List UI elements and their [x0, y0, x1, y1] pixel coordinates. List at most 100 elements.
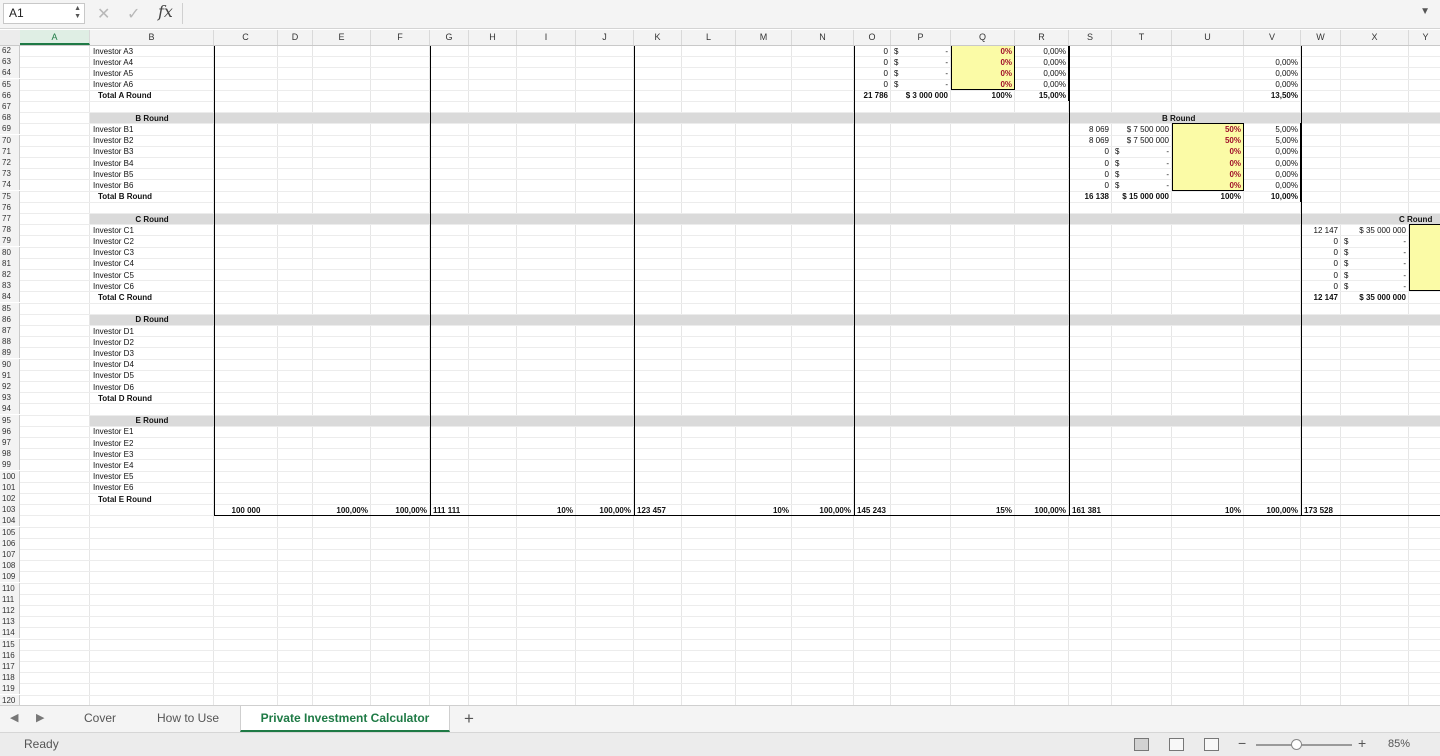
cell-b101[interactable]: Investor E6: [93, 482, 211, 493]
cell-k103[interactable]: 123 457: [637, 505, 717, 516]
cell-n103[interactable]: 145 243: [857, 505, 917, 516]
row-header-70[interactable]: 70: [0, 134, 20, 146]
cell-u73[interactable]: 0%: [1175, 169, 1241, 180]
row-header-68[interactable]: 68: [0, 112, 20, 124]
cell-r66[interactable]: 15,00%: [1018, 90, 1066, 101]
cell-v70[interactable]: 5,00%: [1247, 135, 1298, 146]
cancel-icon[interactable]: ✕: [97, 4, 110, 24]
cell-b66[interactable]: Total A Round: [98, 90, 216, 101]
cell-b69[interactable]: Investor B1: [93, 124, 211, 135]
row-header-78[interactable]: 78: [0, 224, 20, 236]
column-header-n[interactable]: N: [792, 30, 854, 45]
row-header-110[interactable]: 110: [0, 582, 20, 594]
column-header-u[interactable]: U: [1172, 30, 1244, 45]
cell-v63[interactable]: 0,00%: [1247, 57, 1298, 68]
row-header-109[interactable]: 109: [0, 571, 20, 583]
cell-b87[interactable]: Investor D1: [93, 326, 211, 337]
page-layout-view-icon[interactable]: [1169, 738, 1184, 751]
row-header-90[interactable]: 90: [0, 358, 20, 370]
column-header-h[interactable]: H: [469, 30, 517, 45]
row-header-118[interactable]: 118: [0, 672, 20, 684]
row-header-85[interactable]: 85: [0, 302, 20, 314]
zoom-level[interactable]: 85%: [1388, 738, 1410, 750]
cell-v64[interactable]: 0,00%: [1247, 68, 1298, 79]
row-header-111[interactable]: 111: [0, 593, 20, 605]
row-header-101[interactable]: 101: [0, 481, 20, 493]
row-header-103[interactable]: 103: [0, 504, 20, 516]
cell-b88[interactable]: Investor D2: [93, 337, 211, 348]
cell-b93[interactable]: Total D Round: [98, 393, 216, 404]
cell-t71[interactable]: -: [1115, 146, 1169, 157]
input-cells-block[interactable]: [1409, 224, 1440, 292]
column-header-v[interactable]: V: [1244, 30, 1301, 45]
cell-u75[interactable]: 100%: [1175, 191, 1241, 202]
row-header-92[interactable]: 92: [0, 381, 20, 392]
cell-r63[interactable]: 0,00%: [1018, 57, 1066, 68]
cell-v75[interactable]: 10,00%: [1247, 191, 1298, 202]
row-header-93[interactable]: 93: [0, 392, 20, 404]
row-header-72[interactable]: 72: [0, 157, 20, 168]
cell-o62[interactable]: 0: [857, 46, 888, 57]
cell-q62[interactable]: 0%: [954, 46, 1012, 57]
row-header-115[interactable]: 115: [0, 638, 20, 650]
cell-v65[interactable]: 0,00%: [1247, 79, 1298, 90]
cell-o65[interactable]: 0: [857, 79, 888, 90]
spreadsheet-grid[interactable]: 62 63 64 65 66 67 68 69 70 71 72 73 74 75 76 77 78 79 80 81…: [0, 46, 1440, 705]
name-box[interactable]: A1 ▲ ▼: [3, 3, 85, 24]
cell-b81[interactable]: Investor C4: [93, 258, 211, 269]
row-header-77[interactable]: 77: [0, 213, 20, 224]
column-header-b[interactable]: B: [90, 30, 214, 45]
cell-u74[interactable]: 0%: [1175, 180, 1241, 191]
column-header-e[interactable]: E: [313, 30, 371, 45]
row-header-86[interactable]: 86: [0, 313, 20, 325]
cell-b96[interactable]: Investor E1: [93, 426, 211, 437]
cell-x81[interactable]: -: [1344, 258, 1406, 269]
column-header-d[interactable]: D: [278, 30, 313, 45]
cell-s74[interactable]: 0: [1072, 180, 1109, 191]
cell-b91[interactable]: Investor D5: [93, 370, 211, 381]
cell-b83[interactable]: Investor C6: [93, 281, 211, 292]
cell-b78[interactable]: Investor C1: [93, 225, 211, 236]
cell-v73[interactable]: 0,00%: [1247, 169, 1298, 180]
row-header-79[interactable]: 79: [0, 235, 20, 247]
cell-x77[interactable]: C Round: [1399, 214, 1440, 225]
cell-b97[interactable]: Investor E2: [93, 438, 211, 449]
cell-p63[interactable]: -: [894, 57, 948, 68]
cell-grid[interactable]: 62 63 64 65 66 67 68 69 70 71 72 73 74 75 76 77 78 79 80 81…: [0, 46, 1440, 705]
cell-b79[interactable]: Investor C2: [93, 236, 211, 247]
cell-v72[interactable]: 0,00%: [1247, 158, 1298, 169]
column-header-r[interactable]: R: [1015, 30, 1069, 45]
cell-b89[interactable]: Investor D3: [93, 348, 211, 359]
cell-t69[interactable]: $ 7 500 000: [1115, 124, 1169, 135]
row-header-96[interactable]: 96: [0, 425, 20, 437]
row-header-76[interactable]: 76: [0, 201, 20, 213]
cell-q64[interactable]: 0%: [954, 68, 1012, 79]
cell-u70[interactable]: 50%: [1175, 135, 1241, 146]
cell-s73[interactable]: 0: [1072, 169, 1109, 180]
cell-w78[interactable]: 12 147: [1304, 225, 1338, 236]
cell-b100[interactable]: Investor E5: [93, 471, 211, 482]
zoom-slider[interactable]: [1256, 744, 1352, 746]
cell-b72[interactable]: Investor B4: [93, 158, 211, 169]
cell-p66[interactable]: $ 3 000 000: [894, 90, 948, 101]
row-header-88[interactable]: 88: [0, 336, 20, 348]
zoom-slider-thumb[interactable]: [1291, 739, 1303, 750]
sheet-tab-private-investment-calculator[interactable]: Private Investment Calculator: [240, 706, 450, 732]
column-header-l[interactable]: L: [682, 30, 736, 45]
cell-i103[interactable]: 10%: [520, 505, 573, 516]
row-header-80[interactable]: 80: [0, 246, 20, 258]
cell-u72[interactable]: 0%: [1175, 158, 1241, 169]
cell-w80[interactable]: 0: [1304, 247, 1338, 258]
row-header-83[interactable]: 83: [0, 280, 20, 292]
cell-r64[interactable]: 0,00%: [1018, 68, 1066, 79]
row-header-99[interactable]: 99: [0, 459, 20, 471]
cell-e103[interactable]: 100,00%: [316, 505, 368, 516]
cell-w83[interactable]: 0: [1304, 281, 1338, 292]
row-header-65[interactable]: 65: [0, 78, 20, 90]
row-header-66[interactable]: 66: [0, 89, 20, 101]
column-header-f[interactable]: F: [371, 30, 430, 45]
cell-b70[interactable]: Investor B2: [93, 135, 211, 146]
cell-u71[interactable]: 0%: [1175, 146, 1241, 157]
cell-b82[interactable]: Investor C5: [93, 270, 211, 281]
row-header-67[interactable]: 67: [0, 101, 20, 112]
